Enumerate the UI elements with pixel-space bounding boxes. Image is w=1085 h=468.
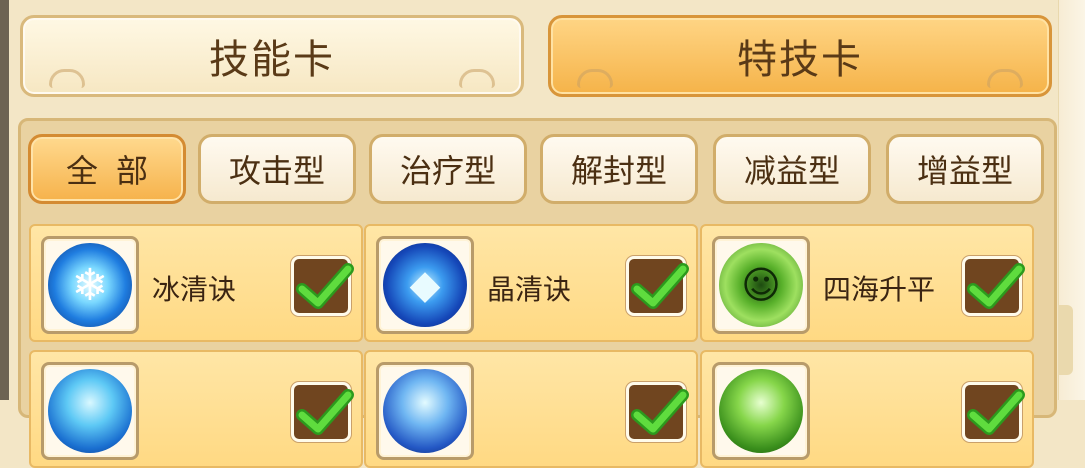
filter-all-button[interactable]: 全部 bbox=[28, 134, 186, 204]
skill-icon-frame: ❄ bbox=[41, 236, 139, 334]
card-item[interactable]: ☺ 四海升平 bbox=[700, 224, 1034, 342]
check-icon bbox=[296, 263, 354, 309]
skill-icon-frame bbox=[376, 362, 474, 460]
check-icon bbox=[967, 263, 1025, 309]
check-icon bbox=[967, 389, 1025, 435]
skill-icon-frame: ☺ bbox=[712, 236, 810, 334]
tab-skill-card-label: 技能卡 bbox=[209, 37, 335, 83]
card-item[interactable] bbox=[29, 350, 363, 468]
filter-buff-button[interactable]: 增益型 bbox=[886, 134, 1044, 204]
filter-label: 攻击型 bbox=[228, 152, 325, 190]
tab-special-card-label: 特技卡 bbox=[737, 37, 863, 83]
checkbox[interactable] bbox=[626, 382, 689, 442]
cloud-ornament-icon bbox=[49, 69, 85, 88]
green-spirit-icon: ☺ bbox=[719, 243, 803, 327]
card-item[interactable] bbox=[700, 350, 1034, 468]
crystal-icon: ◆ bbox=[383, 243, 467, 327]
cloud-ornament-icon bbox=[459, 69, 495, 88]
scroll-handle[interactable] bbox=[1059, 305, 1073, 375]
card-item[interactable]: ❄ 冰清诀 bbox=[29, 224, 363, 342]
filter-label: 解封型 bbox=[570, 152, 667, 190]
filter-attack-button[interactable]: 攻击型 bbox=[198, 134, 356, 204]
skill-icon-frame: ◆ bbox=[376, 236, 474, 334]
tab-skill-card[interactable]: 技能卡 bbox=[20, 15, 524, 97]
checkbox[interactable] bbox=[291, 382, 354, 442]
checkbox[interactable] bbox=[291, 256, 354, 316]
blue-wave-icon bbox=[383, 369, 467, 453]
checkbox[interactable] bbox=[962, 256, 1025, 316]
check-icon bbox=[631, 263, 689, 309]
filter-label: 减益型 bbox=[743, 152, 840, 190]
filter-unseal-button[interactable]: 解封型 bbox=[540, 134, 698, 204]
cloud-ornament-icon bbox=[987, 69, 1023, 88]
card-name: 晶清诀 bbox=[487, 273, 572, 306]
snowflake-icon: ❄ bbox=[48, 243, 132, 327]
water-swirl-icon bbox=[48, 369, 132, 453]
card-item[interactable]: ◆ 晶清诀 bbox=[364, 224, 698, 342]
right-scroll-strip[interactable] bbox=[1058, 0, 1085, 400]
check-icon bbox=[296, 389, 354, 435]
filter-label: 全部 bbox=[65, 152, 166, 190]
tab-special-card[interactable]: 特技卡 bbox=[548, 15, 1052, 97]
filter-heal-button[interactable]: 治疗型 bbox=[369, 134, 527, 204]
checkbox[interactable] bbox=[626, 256, 689, 316]
filter-label: 增益型 bbox=[916, 152, 1013, 190]
card-item[interactable] bbox=[364, 350, 698, 468]
filter-debuff-button[interactable]: 减益型 bbox=[713, 134, 871, 204]
skill-icon-frame bbox=[712, 362, 810, 460]
checkbox[interactable] bbox=[962, 382, 1025, 442]
green-leaf-icon bbox=[719, 369, 803, 453]
check-icon bbox=[631, 389, 689, 435]
filter-label: 治疗型 bbox=[399, 152, 496, 190]
skill-icon-frame bbox=[41, 362, 139, 460]
card-name: 冰清诀 bbox=[152, 273, 237, 306]
card-name: 四海升平 bbox=[823, 273, 936, 306]
left-edge-strip bbox=[0, 0, 9, 400]
cloud-ornament-icon bbox=[577, 69, 613, 88]
